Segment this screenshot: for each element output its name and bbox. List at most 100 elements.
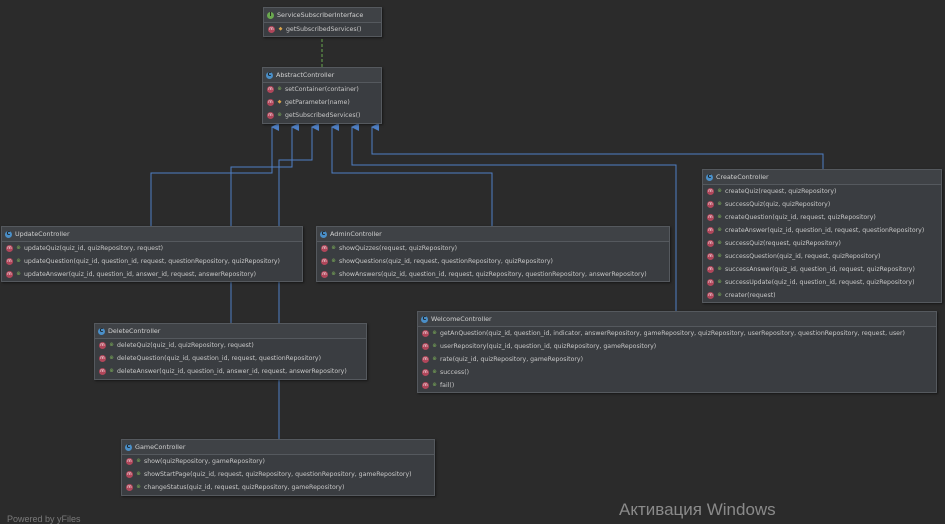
method-icon: m [321, 258, 328, 265]
node-delete-controller[interactable]: C DeleteController m ⊕ deleteQuiz(quiz_i… [94, 323, 367, 380]
node-abstract-controller[interactable]: C AbstractController m ⊕ setContainer(co… [262, 67, 382, 124]
method-icon: m [707, 201, 714, 208]
method-row[interactable]: m ⊕ successQuestion(quiz_id, request, qu… [703, 250, 941, 263]
public-visibility-icon: ⊕ [16, 245, 21, 251]
method-row[interactable]: m ⊕ showQuizzes(request, quizRepository) [317, 242, 669, 255]
yfiles-credit: Powered by yFiles [7, 514, 81, 524]
node-title: CreateController [716, 172, 769, 181]
method-row[interactable]: m ⊕ rate(quiz_id, quizRepository, gameRe… [418, 353, 936, 366]
method-row[interactable]: m ⊕ fail() [418, 379, 936, 392]
public-visibility-icon: ⊕ [717, 253, 722, 259]
method-row[interactable]: m ⊕ userRepository(quiz_id, question_id,… [418, 340, 936, 353]
method-icon: m [422, 330, 429, 337]
node-title: ServiceSubscriberInterface [277, 10, 364, 19]
public-visibility-icon: ⊕ [717, 227, 722, 233]
method-signature: creater(request) [725, 292, 776, 299]
node-game-controller[interactable]: C GameController m ⊕ show(quizRepository… [121, 439, 435, 496]
method-icon: m [707, 253, 714, 260]
method-signature: userRepository(quiz_id, question_id, qui… [440, 343, 657, 350]
node-title: GameController [135, 442, 186, 451]
method-row[interactable]: m ⊕ deleteQuiz(quiz_id, quizRepository, … [95, 339, 366, 352]
method-icon: m [422, 356, 429, 363]
method-row[interactable]: m ⊕ setContainer(container) [263, 83, 381, 96]
method-row[interactable]: m ⊕ updateQuiz(quiz_id, quizRepository, … [2, 242, 302, 255]
method-icon: m [6, 271, 13, 278]
method-icon: m [126, 484, 133, 491]
method-row[interactable]: m ⊕ successUpdate(quiz_id, question_id, … [703, 276, 941, 289]
method-signature: createAnswer(quiz_id, question_id, reque… [725, 227, 925, 234]
method-icon: m [707, 227, 714, 234]
method-signature: setContainer(container) [285, 86, 359, 93]
edge-create-to-abstract [371, 123, 824, 169]
method-icon: m [707, 292, 714, 299]
method-row[interactable]: m ◆ getSubscribedServices() [264, 23, 381, 36]
method-signature: updateAnswer(quiz_id, question_id, answe… [24, 271, 257, 278]
public-visibility-icon: ⊕ [717, 214, 722, 220]
public-visibility-icon: ⊕ [717, 292, 722, 298]
public-visibility-icon: ⊕ [331, 271, 336, 277]
method-icon: m [422, 343, 429, 350]
method-row[interactable]: m ⊕ showStartPage(quiz_id, request, quiz… [122, 468, 434, 481]
method-signature: showAnswers(quiz_id, question_id, reques… [339, 271, 647, 278]
node-update-controller[interactable]: C UpdateController m ⊕ updateQuiz(quiz_i… [1, 226, 303, 282]
method-row[interactable]: m ⊕ successQuiz(quiz, quizRepository) [703, 198, 941, 211]
method-row[interactable]: m ⊕ deleteQuestion(quiz_id, question_id,… [95, 352, 366, 365]
method-signature: showQuestions(quiz_id, request, question… [339, 258, 553, 265]
method-signature: successQuiz(request, quizRepository) [725, 240, 841, 247]
node-welcome-controller[interactable]: C WelcomeController m ⊕ getAnQuestion(qu… [417, 311, 937, 393]
method-signature: successQuiz(quiz, quizRepository) [725, 201, 831, 208]
edge-game-to-abstract [278, 123, 319, 440]
method-row[interactable]: m ⊕ showQuestions(quiz_id, request, ques… [317, 255, 669, 268]
public-visibility-icon: ⊕ [432, 330, 437, 336]
method-icon: m [707, 188, 714, 195]
method-signature: changeStatus(quiz_id, request, quizRepos… [144, 484, 345, 491]
method-icon: m [321, 245, 328, 252]
method-signature: getSubscribedServices() [285, 112, 361, 119]
method-signature: successAnswer(quiz_id, question_id, requ… [725, 266, 915, 273]
method-signature: getAnQuestion(quiz_id, question_id, indi… [440, 330, 905, 337]
public-visibility-icon: ⊕ [432, 343, 437, 349]
public-visibility-icon: ⊕ [16, 258, 21, 264]
method-row[interactable]: m ◆ getParameter(name) [263, 96, 381, 109]
node-service-subscriber-interface[interactable]: I ServiceSubscriberInterface m ◆ getSubs… [263, 7, 382, 37]
method-row[interactable]: m ⊕ createQuestion(quiz_id, request, qui… [703, 211, 941, 224]
method-row[interactable]: m ⊕ showAnswers(quiz_id, question_id, re… [317, 268, 669, 281]
class-icon: C [125, 443, 132, 451]
method-row[interactable]: m ⊕ updateAnswer(quiz_id, question_id, a… [2, 268, 302, 281]
public-visibility-icon: ⊕ [277, 86, 282, 92]
method-row[interactable]: m ⊕ createQuiz(request, quizRepository) [703, 185, 941, 198]
method-row[interactable]: m ⊕ success() [418, 366, 936, 379]
node-admin-controller[interactable]: C AdminController m ⊕ showQuizzes(reques… [316, 226, 670, 282]
method-icon: m [707, 214, 714, 221]
method-signature: success() [440, 369, 470, 376]
public-visibility-icon: ⊕ [136, 471, 141, 477]
node-create-controller[interactable]: C CreateController m ⊕ createQuiz(reques… [702, 169, 942, 303]
method-signature: showStartPage(quiz_id, request, quizRepo… [144, 471, 412, 478]
method-signature: fail() [440, 382, 455, 389]
method-row[interactable]: m ⊕ changeStatus(quiz_id, request, quizR… [122, 481, 434, 494]
method-signature: createQuiz(request, quizRepository) [725, 188, 837, 195]
method-row[interactable]: m ⊕ creater(request) [703, 289, 941, 302]
class-icon: C [421, 315, 428, 323]
node-header: C GameController [122, 440, 434, 455]
method-icon: m [422, 382, 429, 389]
method-signature: deleteQuiz(quiz_id, quizRepository, requ… [117, 342, 254, 349]
method-icon: m [126, 458, 133, 465]
edge-update-to-abstract [150, 123, 279, 227]
method-row[interactable]: m ⊕ show(quizRepository, gameRepository) [122, 455, 434, 468]
method-row[interactable]: m ⊕ getAnQuestion(quiz_id, question_id, … [418, 327, 936, 340]
method-icon: m [267, 112, 274, 119]
class-icon: C [98, 327, 105, 335]
method-row[interactable]: m ⊕ deleteAnswer(quiz_id, question_id, a… [95, 365, 366, 378]
public-visibility-icon: ⊕ [717, 240, 722, 246]
method-row[interactable]: m ⊕ updateQuestion(quiz_id, question_id,… [2, 255, 302, 268]
node-header: C WelcomeController [418, 312, 936, 327]
abstract-visibility-icon: ◆ [278, 26, 283, 32]
method-row[interactable]: m ⊕ getSubscribedServices() [263, 109, 381, 122]
public-visibility-icon: ⊕ [16, 271, 21, 277]
method-row[interactable]: m ⊕ successQuiz(request, quizRepository) [703, 237, 941, 250]
method-row[interactable]: m ⊕ successAnswer(quiz_id, question_id, … [703, 263, 941, 276]
node-header: C DeleteController [95, 324, 366, 339]
method-signature: createQuestion(quiz_id, request, quizRep… [725, 214, 876, 221]
method-row[interactable]: m ⊕ createAnswer(quiz_id, question_id, r… [703, 224, 941, 237]
